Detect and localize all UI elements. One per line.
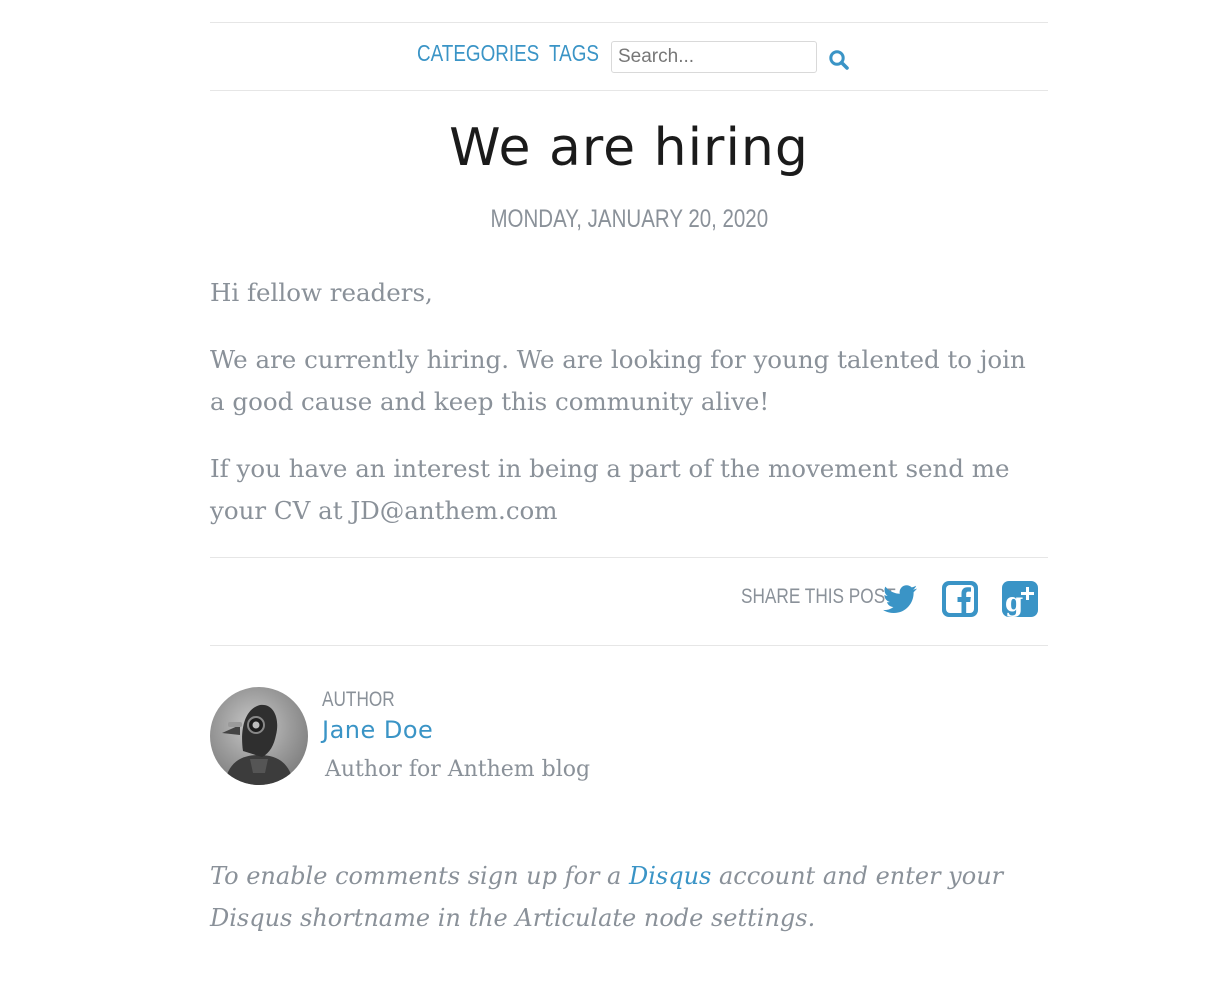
google-plus-icon[interactable]: g — [1001, 580, 1039, 618]
facebook-icon[interactable] — [941, 580, 979, 618]
disqus-link[interactable]: Disqus — [629, 862, 711, 890]
comments-notice-text-before: To enable comments sign up for a — [210, 862, 629, 890]
author-name-link[interactable]: Jane Doe — [322, 716, 433, 744]
post-title: We are hiring — [449, 118, 809, 178]
top-nav: CATEGORIES TAGS — [210, 23, 1048, 91]
author-label: AUTHOR — [322, 688, 395, 711]
comments-notice: To enable comments sign up for a Disqus … — [210, 855, 1048, 939]
post-paragraph: We are currently hiring. We are looking … — [210, 345, 1026, 416]
post-paragraph: If you have an interest in being a part … — [210, 454, 1010, 525]
twitter-icon[interactable] — [881, 580, 919, 618]
nav-categories-link[interactable]: CATEGORIES — [417, 40, 539, 67]
nav-tags-link[interactable]: TAGS — [549, 40, 599, 67]
search-icon[interactable] — [828, 49, 850, 71]
author-bio: Author for Anthem blog — [325, 757, 591, 782]
author-avatar — [210, 687, 308, 785]
svg-text:g: g — [1005, 588, 1023, 618]
search-input[interactable] — [611, 41, 817, 73]
post-paragraph: Hi fellow readers, — [210, 278, 433, 307]
post-date: MONDAY, JANUARY 20, 2020 — [210, 205, 1048, 234]
share-bar: SHARE THIS POST g — [210, 557, 1048, 646]
share-label: SHARE THIS POST — [741, 585, 896, 608]
post-date-text: MONDAY, JANUARY 20, 2020 — [490, 205, 768, 233]
